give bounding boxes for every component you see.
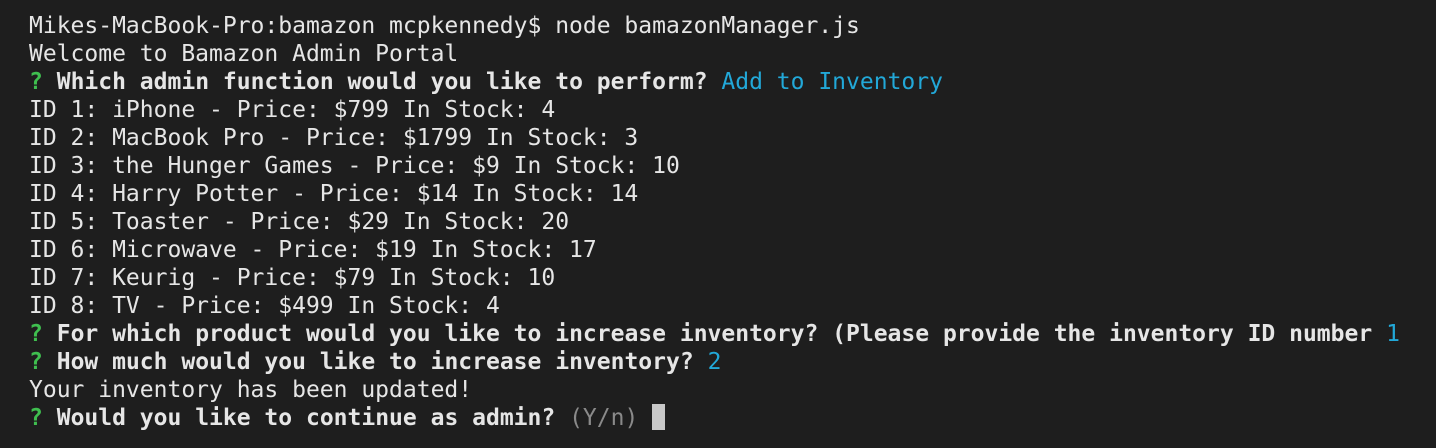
prompt-admin-function: ? Which admin function would you like to… [29, 68, 1436, 96]
question-mark-icon: ? [29, 349, 43, 375]
question-mark-icon: ? [29, 69, 43, 95]
prompt-question: How much would you like to increase inve… [56, 349, 694, 375]
prompt-question: For which product would you like to incr… [56, 321, 1373, 347]
prompt-continue-admin[interactable]: ? Would you like to continue as admin? (… [29, 404, 1436, 432]
product-line: ID 8: TV - Price: $499 In Stock: 4 [29, 293, 500, 319]
prompt-answer: 2 [707, 349, 722, 375]
prompt-answer: Add to Inventory [721, 69, 943, 95]
prompt-question: Would you like to continue as admin? [56, 405, 556, 431]
product-line: ID 7: Keurig - Price: $79 In Stock: 10 [29, 265, 556, 291]
prompt-question: Which admin function would you like to p… [56, 69, 708, 95]
product-line: ID 4: Harry Potter - Price: $14 In Stock… [29, 181, 639, 207]
prompt-increase-amount: ? How much would you like to increase in… [29, 348, 1436, 376]
prompt-hint: (Y/n) [569, 405, 639, 431]
command-line: Mikes-MacBook-Pro:bamazon mcpkennedy$ no… [29, 13, 860, 39]
question-mark-icon: ? [29, 405, 43, 431]
prompt-answer: 1 [1386, 321, 1400, 347]
product-line: ID 3: the Hunger Games - Price: $9 In St… [29, 153, 680, 179]
product-line: ID 6: Microwave - Price: $19 In Stock: 1… [29, 237, 597, 263]
product-line: ID 1: iPhone - Price: $799 In Stock: 4 [29, 97, 556, 123]
question-mark-icon: ? [29, 321, 43, 347]
text-cursor[interactable] [652, 404, 666, 430]
terminal-window[interactable]: Mikes-MacBook-Pro:bamazon mcpkennedy$ no… [0, 0, 1436, 448]
product-line: ID 2: MacBook Pro - Price: $1799 In Stoc… [29, 125, 639, 151]
product-line: ID 5: Toaster - Price: $29 In Stock: 20 [29, 209, 570, 235]
prompt-product-id: ? For which product would you like to in… [29, 320, 1436, 348]
update-confirmation: Your inventory has been updated! [29, 377, 473, 403]
welcome-message: Welcome to Bamazon Admin Portal [29, 41, 459, 67]
